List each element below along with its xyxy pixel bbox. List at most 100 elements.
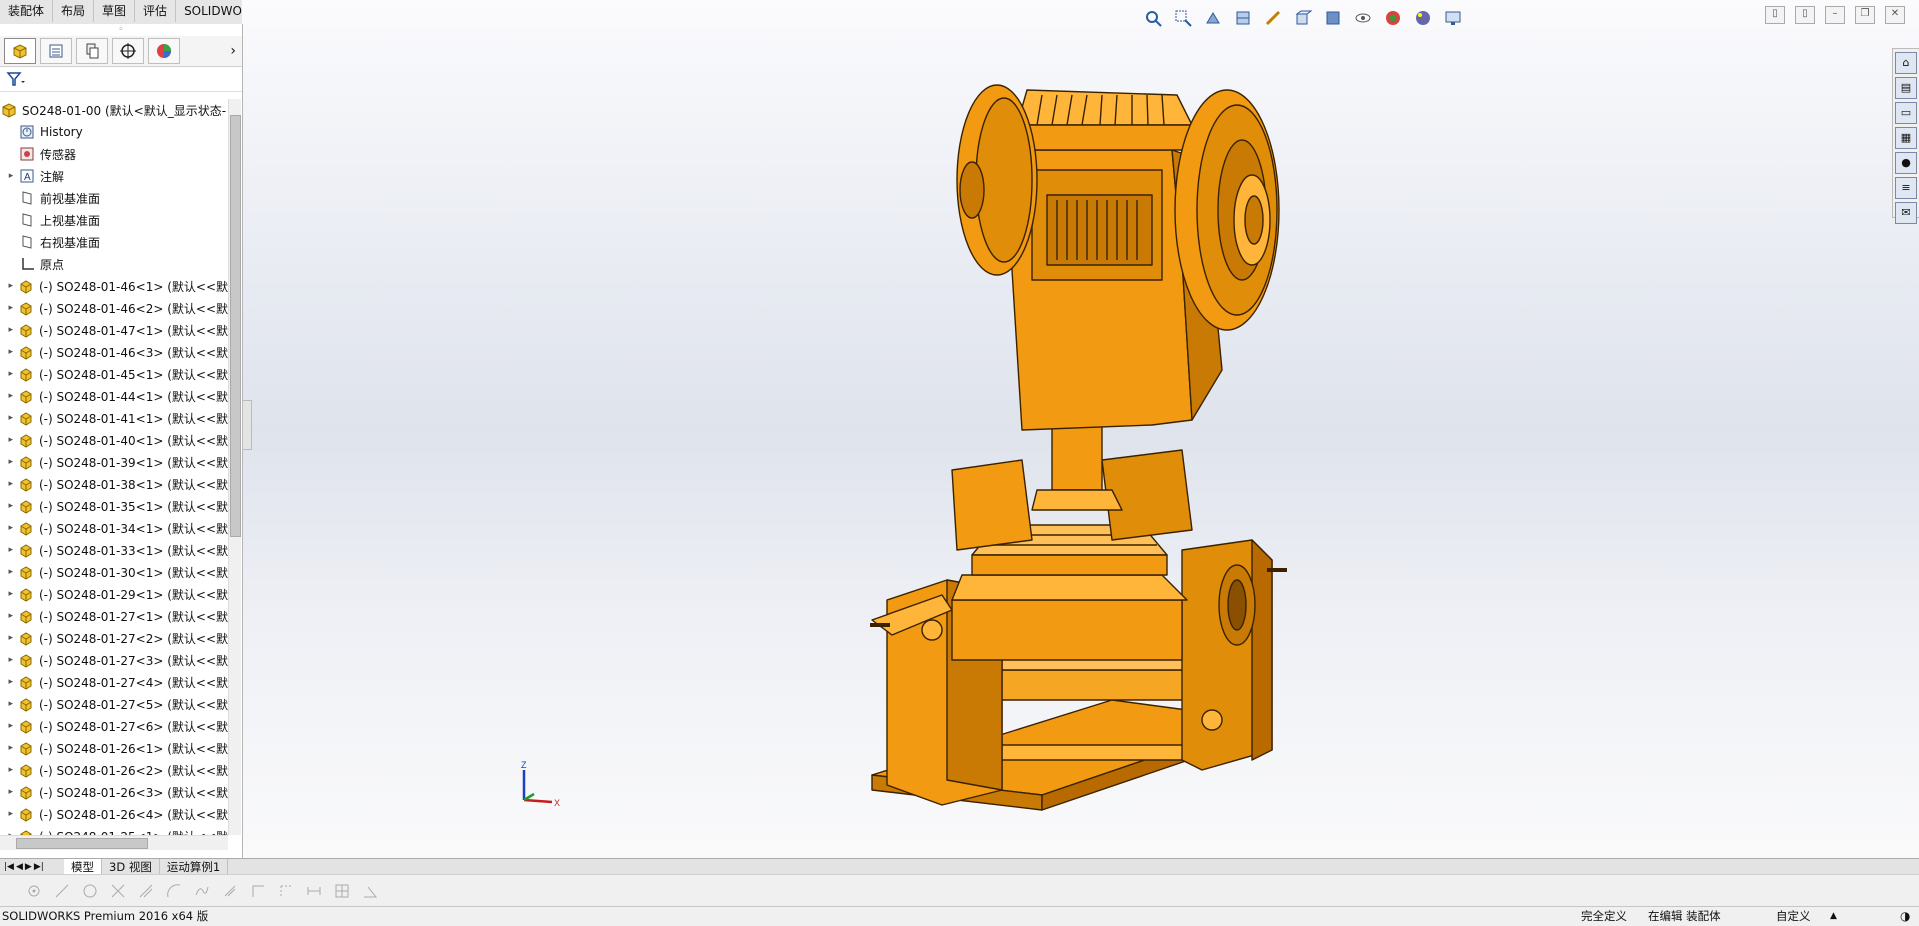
expand-arrow-icon[interactable]: ▸ [4,633,18,643]
expand-arrow-icon[interactable]: ▸ [4,567,18,577]
file-explorer-icon[interactable]: ▭ [1895,102,1917,124]
tree-item[interactable]: 上视基准面 [0,209,228,231]
last-tab-arrow-icon[interactable]: ▶| [34,862,44,872]
line-icon[interactable] [52,881,72,901]
status-units[interactable]: 自定义 [1776,907,1811,926]
first-tab-arrow-icon[interactable]: |◀ [4,862,14,872]
tree-item[interactable]: 前视基准面 [0,187,228,209]
tree-component[interactable]: ▸ (-) SO248-01-35<1> (默认<<默 [0,495,228,517]
close-icon[interactable]: ✕ [1885,6,1905,24]
panel-grip[interactable]: ◦ [0,24,242,36]
tree-component[interactable]: ▸ (-) SO248-01-29<1> (默认<<默 [0,583,228,605]
expand-arrow-icon[interactable]: ▸ [4,281,18,291]
restore-icon[interactable]: ❐ [1855,6,1875,24]
hide-show-items-icon[interactable] [1352,7,1374,29]
expand-arrow-icon[interactable]: ▸ [4,303,18,313]
prev-tab-arrow-icon[interactable]: ◀ [16,862,23,872]
forum-icon[interactable]: ✉ [1895,202,1917,224]
property-manager-tab-icon[interactable] [40,38,72,64]
tree-component[interactable]: ▸ (-) SO248-01-27<1> (默认<<默 [0,605,228,627]
bottom-tab[interactable]: 3D 视图 [102,859,160,875]
expand-arrow-icon[interactable]: ▸ [4,545,18,555]
expand-arrow-icon[interactable]: ▸ [4,391,18,401]
command-tab[interactable]: 评估 [135,0,177,22]
appearances-icon[interactable]: ● [1895,152,1917,174]
section-view-icon[interactable] [1232,7,1254,29]
expand-arrow-icon[interactable]: ▸ [4,589,18,599]
centerline-icon[interactable] [276,881,296,901]
corner-icon[interactable] [248,881,268,901]
point-icon[interactable] [24,881,44,901]
panel-splitter-handle[interactable] [242,400,252,450]
expand-arrow-icon[interactable]: ▸ [4,743,18,753]
tree-filter[interactable] [0,67,242,92]
expand-arrow-icon[interactable]: ▸ [4,369,18,379]
expand-arrow-icon[interactable]: ▸ [4,435,18,445]
tree-vertical-scrollbar[interactable] [228,99,241,835]
minimize-icon[interactable]: – [1825,6,1845,24]
tree-component[interactable]: ▸ (-) SO248-01-46<2> (默认<<默 [0,297,228,319]
tree-component[interactable]: ▸ (-) SO248-01-26<1> (默认<<默 [0,737,228,759]
filter-icon[interactable] [6,71,26,87]
tree-item[interactable]: 原点 [0,253,228,275]
press-machine-model[interactable] [782,70,1542,850]
tree-root[interactable]: SO248-01-00 (默认<默认_显示状态- [0,99,228,121]
zoom-to-area-icon[interactable] [1172,7,1194,29]
more-tabs-chevron-icon[interactable]: › [230,43,236,59]
grid-icon[interactable] [332,881,352,901]
tree-component[interactable]: ▸ (-) SO248-01-27<5> (默认<<默 [0,693,228,715]
spline-icon[interactable] [192,881,212,901]
tree-component[interactable]: ▸ (-) SO248-01-26<4> (默认<<默 [0,803,228,825]
tree-component[interactable]: ▸ (-) SO248-01-27<6> (默认<<默 [0,715,228,737]
trim-icon[interactable] [108,881,128,901]
tree-component[interactable]: ▸ (-) SO248-01-45<1> (默认<<默 [0,363,228,385]
next-tab-arrow-icon[interactable]: ▶ [25,862,32,872]
view-orientation-icon[interactable] [1292,7,1314,29]
tree-component[interactable]: ▸ (-) SO248-01-34<1> (默认<<默 [0,517,228,539]
view-palette-icon[interactable]: ▦ [1895,127,1917,149]
expand-arrow-icon[interactable]: ▸ [4,699,18,709]
pane-right-icon[interactable]: ▯ [1795,6,1815,24]
expand-arrow-icon[interactable]: ▸ [4,413,18,423]
tree-component[interactable]: ▸ (-) SO248-01-33<1> (默认<<默 [0,539,228,561]
expand-arrow-icon[interactable]: ▸ [4,501,18,511]
command-tab[interactable]: 布局 [53,0,95,22]
tree-item[interactable]: 右视基准面 [0,231,228,253]
scroll-thumb[interactable] [230,115,241,537]
tree-component[interactable]: ▸ (-) SO248-01-27<2> (默认<<默 [0,627,228,649]
tree-component[interactable]: ▸ (-) SO248-01-27<4> (默认<<默 [0,671,228,693]
command-tab[interactable]: 草图 [94,0,136,22]
tree-item[interactable]: ▸ A 注解 [0,165,228,187]
bottom-tab[interactable]: 模型 [64,859,102,875]
custom-properties-icon[interactable]: ≡ [1895,177,1917,199]
tree-component[interactable]: ▸ (-) SO248-01-39<1> (默认<<默 [0,451,228,473]
tree-component[interactable]: ▸ (-) SO248-01-30<1> (默认<<默 [0,561,228,583]
circle-icon[interactable] [80,881,100,901]
expand-arrow-icon[interactable]: ▸ [4,523,18,533]
previous-view-icon[interactable] [1202,7,1224,29]
tree-component[interactable]: ▸ (-) SO248-01-27<3> (默认<<默 [0,649,228,671]
feature-manager-tab-icon[interactable] [4,38,36,64]
dimxpert-manager-tab-icon[interactable] [112,38,144,64]
expand-arrow-icon[interactable]: ▸ [4,677,18,687]
tree-component[interactable]: ▸ (-) SO248-01-46<3> (默认<<默 [0,341,228,363]
expand-arrow-icon[interactable]: ▸ [4,721,18,731]
view-settings-icon[interactable] [1442,7,1464,29]
display-manager-tab-icon[interactable] [148,38,180,64]
tree-component[interactable]: ▸ (-) SO248-01-38<1> (默认<<默 [0,473,228,495]
tree-component[interactable]: ▸ (-) SO248-01-40<1> (默认<<默 [0,429,228,451]
units-arrow-icon[interactable]: ▲ [1830,907,1837,926]
graphics-area[interactable]: ▯ ▯ – ❐ ✕ ⌂ ▤ ▭ ▦ ● ≡ ✉ Z X [242,0,1919,858]
expand-arrow-icon[interactable]: ▸ [4,479,18,489]
tree-component[interactable]: ▸ (-) SO248-01-26<3> (默认<<默 [0,781,228,803]
expand-arrow-icon[interactable]: ▸ [4,325,18,335]
command-tab[interactable]: 装配体 [0,0,54,22]
design-library-icon[interactable]: ▤ [1895,77,1917,99]
tree-horizontal-scrollbar[interactable] [0,835,228,850]
zoom-to-fit-icon[interactable] [1142,7,1164,29]
expand-arrow-icon[interactable]: ▸ [4,347,18,357]
configuration-manager-tab-icon[interactable] [76,38,108,64]
angle-icon[interactable] [360,881,380,901]
tree-component[interactable]: ▸ (-) SO248-01-41<1> (默认<<默 [0,407,228,429]
dynamic-annotation-icon[interactable] [1262,7,1284,29]
